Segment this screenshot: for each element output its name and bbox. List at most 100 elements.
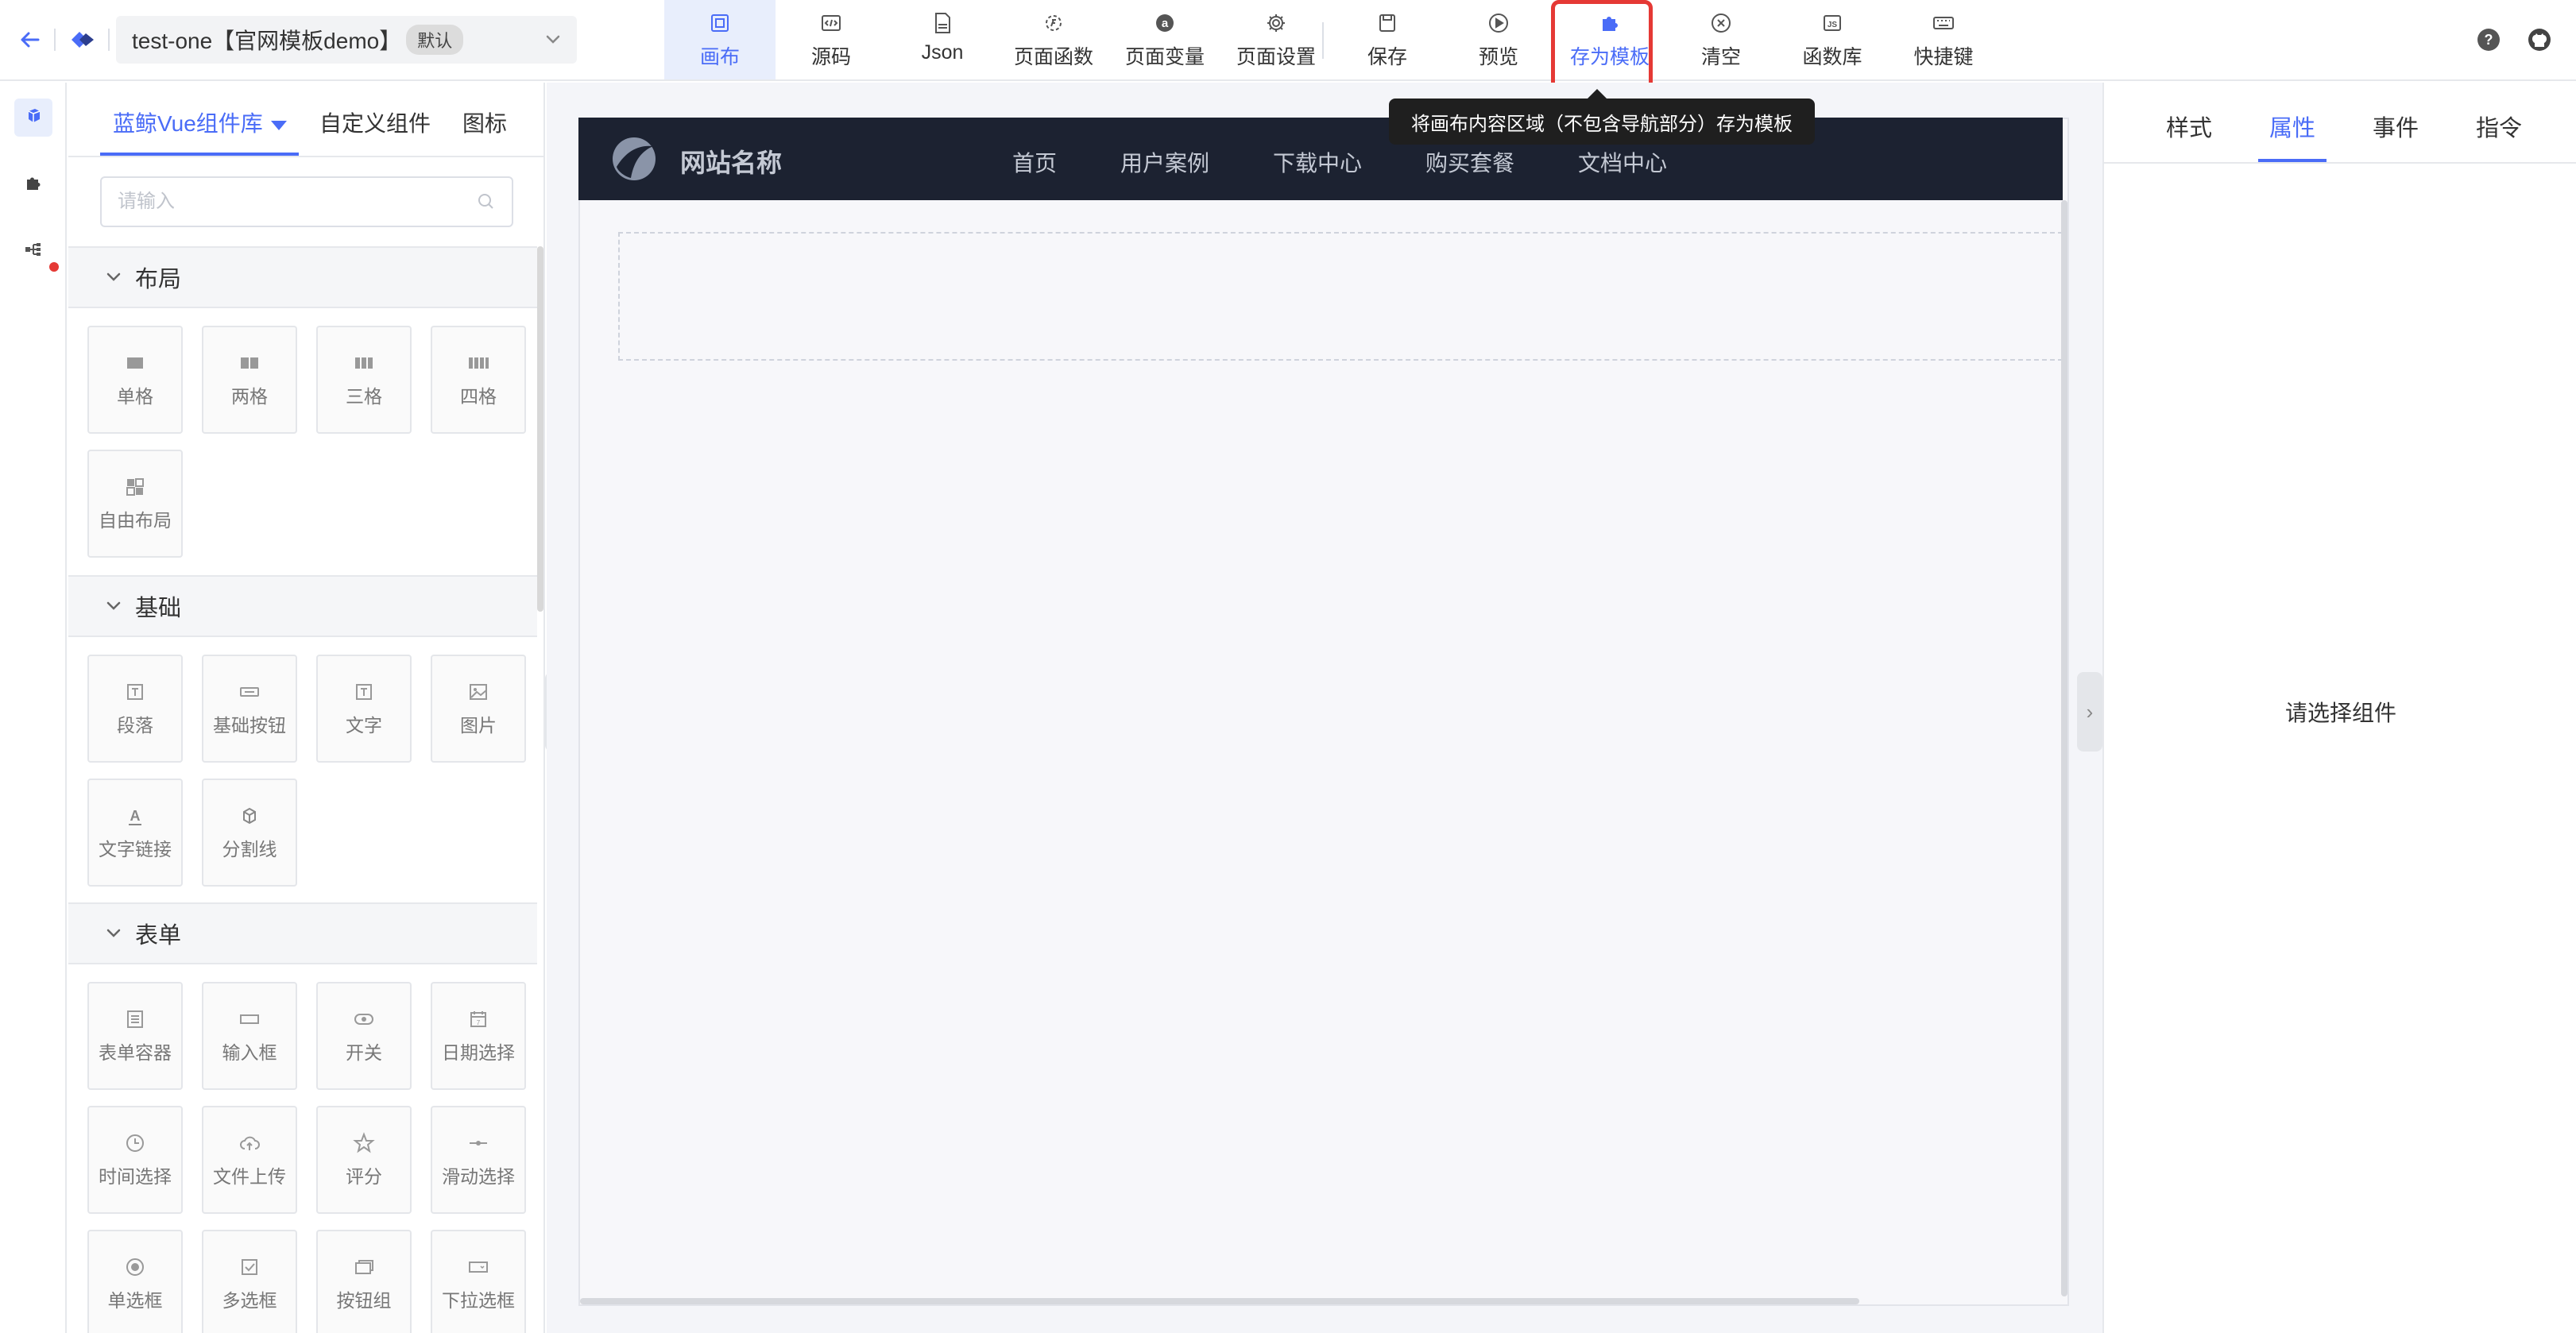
puzzle-icon: [22, 172, 44, 198]
collapse-right-panel-handle[interactable]: ›: [2077, 672, 2102, 752]
caret-down-icon: [270, 120, 287, 130]
component-slider[interactable]: 滑动选择: [431, 1106, 526, 1214]
component-search: [100, 176, 513, 227]
tool-page-settings[interactable]: 页面设置: [1220, 0, 1332, 79]
tooltip-arrow: [1588, 89, 1607, 99]
tab-custom-components[interactable]: 自定义组件: [319, 106, 431, 138]
component-checkbox[interactable]: 多选框: [202, 1230, 297, 1333]
tab-properties[interactable]: 属性: [2269, 110, 2315, 143]
component-text-link[interactable]: A 文字链接: [87, 779, 183, 887]
component-text[interactable]: 文字: [316, 655, 412, 763]
tool-label: 页面函数: [1013, 46, 1093, 68]
canvas-horizontal-scrollbar[interactable]: [580, 1298, 1859, 1304]
component-image[interactable]: 图片: [431, 655, 526, 763]
tool-label: 函数库: [1802, 46, 1862, 68]
component-label: 开关: [346, 1042, 382, 1063]
tool-clear[interactable]: 清空: [1665, 0, 1777, 79]
component-basic-button[interactable]: 基础按钮: [202, 655, 297, 763]
rail-tree[interactable]: [14, 232, 52, 270]
component-radio[interactable]: 单选框: [87, 1230, 183, 1333]
tab-style[interactable]: 样式: [2166, 110, 2212, 143]
toolbar-separator: [108, 29, 110, 51]
component-form-container[interactable]: 表单容器: [87, 982, 183, 1090]
tab-directives[interactable]: 指令: [2476, 110, 2522, 143]
tool-shortcuts[interactable]: 快捷键: [1888, 0, 1999, 79]
component-rate[interactable]: 评分: [316, 1106, 412, 1214]
component-date-picker[interactable]: 7 日期选择: [431, 982, 526, 1090]
component-paragraph[interactable]: 段落: [87, 655, 183, 763]
tool-label: 页面设置: [1236, 46, 1316, 68]
site-nav-bar[interactable]: 网站名称 首页 用户案例 下载中心 购买套餐 文档中心: [578, 118, 2063, 200]
section-title: 基础: [135, 596, 182, 621]
component-label: 多选框: [222, 1290, 277, 1311]
site-menu-item[interactable]: 首页: [1012, 146, 1057, 178]
left-icon-rail: [0, 83, 67, 1333]
back-arrow-icon[interactable]: [14, 24, 46, 56]
json-file-icon: [935, 13, 950, 33]
tab-bk-vue-library[interactable]: 蓝鲸Vue组件库: [113, 106, 287, 138]
component-label: 单格: [117, 386, 153, 407]
rail-plugins[interactable]: [14, 165, 52, 203]
rail-components[interactable]: [14, 99, 52, 137]
tree-structure-icon: [22, 238, 44, 265]
component-button-group[interactable]: 按钮组: [316, 1230, 412, 1333]
component-select[interactable]: 下拉选框: [431, 1230, 526, 1333]
project-selector[interactable]: test-one【官网模板demo】 默认: [116, 16, 577, 64]
site-menu-item[interactable]: 文档中心: [1578, 146, 1667, 178]
divider-icon: [238, 804, 261, 828]
properties-panel: 样式 属性 事件 指令 请选择组件: [2102, 83, 2576, 1333]
active-tab-underline: [2258, 159, 2327, 162]
clear-circle-icon: [1712, 14, 1731, 33]
tool-page-variables[interactable]: a 页面变量: [1109, 0, 1220, 79]
canvas-drop-zone[interactable]: [618, 232, 2063, 361]
chevron-down-icon: [540, 27, 566, 52]
canvas-icon: [711, 14, 729, 32]
canvas-vertical-scrollbar[interactable]: [2061, 200, 2067, 1296]
tool-function-library[interactable]: JS 函数库: [1777, 0, 1888, 79]
component-two-columns[interactable]: 两格: [202, 326, 297, 434]
free-layout-icon: [123, 475, 147, 499]
component-single-column[interactable]: 单格: [87, 326, 183, 434]
component-label: 下拉选框: [442, 1290, 515, 1311]
component-time-picker[interactable]: 时间选择: [87, 1106, 183, 1214]
component-three-columns[interactable]: 三格: [316, 326, 412, 434]
component-divider[interactable]: 分割线: [202, 779, 297, 887]
component-label: 自由布局: [99, 510, 172, 531]
top-toolbar: test-one【官网模板demo】 默认 画布 源码 Json 页面函数 a …: [0, 0, 2576, 92]
tab-icons[interactable]: 图标: [462, 106, 507, 138]
component-four-columns[interactable]: 四格: [431, 326, 526, 434]
help-icon[interactable]: ?: [2474, 25, 2503, 54]
search-icon[interactable]: [475, 191, 497, 213]
tool-label: Json: [921, 41, 964, 64]
github-icon[interactable]: [2525, 25, 2554, 54]
tool-save[interactable]: 保存: [1332, 0, 1443, 79]
section-header-form[interactable]: 表单: [68, 902, 537, 964]
component-input[interactable]: 输入框: [202, 982, 297, 1090]
section-header-layout[interactable]: 布局: [68, 246, 537, 308]
site-menu-item[interactable]: 购买套餐: [1425, 146, 1514, 178]
app-logo-icon[interactable]: [68, 24, 97, 56]
site-menu-item[interactable]: 用户案例: [1120, 146, 1209, 178]
project-name: test-one【官网模板demo】: [132, 29, 402, 53]
site-title: 网站名称: [680, 149, 783, 177]
single-column-icon: [123, 351, 147, 375]
tool-canvas[interactable]: 画布: [664, 0, 776, 79]
section-header-basic[interactable]: 基础: [68, 575, 537, 637]
component-file-upload[interactable]: 文件上传: [202, 1106, 297, 1214]
panel-scrollbar[interactable]: [537, 246, 543, 612]
component-panel-tabs: 蓝鲸Vue组件库 自定义组件 图标: [68, 83, 543, 157]
search-input[interactable]: [118, 178, 467, 226]
tool-json[interactable]: Json: [887, 0, 998, 79]
tab-events[interactable]: 事件: [2373, 110, 2419, 143]
site-menu-item[interactable]: 下载中心: [1273, 146, 1362, 178]
section-title: 布局: [135, 267, 182, 292]
component-label: 文字链接: [99, 839, 172, 860]
tool-page-functions[interactable]: 页面函数: [998, 0, 1109, 79]
empty-selection-hint: 请选择组件: [2284, 701, 2396, 725]
button-group-icon: [352, 1255, 376, 1279]
component-free-layout[interactable]: 自由布局: [87, 450, 183, 558]
image-icon: [466, 680, 490, 704]
tool-preview[interactable]: 预览: [1443, 0, 1554, 79]
component-switch[interactable]: 开关: [316, 982, 412, 1090]
tool-source[interactable]: 源码: [776, 0, 887, 79]
